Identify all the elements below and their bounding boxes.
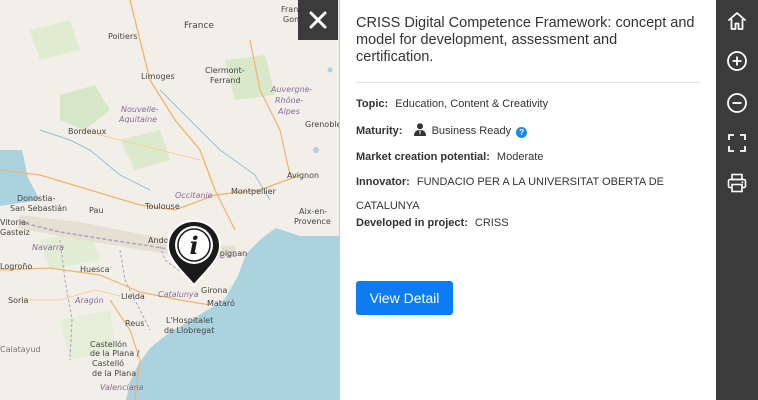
place-label: Occitanie bbox=[175, 191, 213, 200]
view-detail-button[interactable]: View Detail bbox=[356, 281, 453, 315]
close-button[interactable] bbox=[298, 0, 338, 40]
place-label: France bbox=[184, 21, 214, 31]
place-label: Limoges bbox=[141, 72, 175, 81]
market-row: Market creation potential: Moderate bbox=[356, 150, 700, 164]
zoom-in-button[interactable] bbox=[716, 44, 758, 78]
panel-title: CRISS Digital Competence Framework: conc… bbox=[356, 15, 695, 65]
fullscreen-icon bbox=[728, 134, 746, 152]
place-label: Clermont- bbox=[205, 66, 245, 75]
business-person-icon bbox=[413, 123, 426, 136]
place-label: Lleida bbox=[121, 292, 145, 301]
maturity-label: Maturity: bbox=[356, 125, 403, 137]
place-label: Auvergne- bbox=[271, 85, 313, 94]
place-label: Girona bbox=[201, 286, 228, 295]
place-label: Poitiers bbox=[108, 32, 138, 41]
place-label: Reus bbox=[125, 319, 145, 328]
lake bbox=[313, 147, 319, 153]
panel-divider bbox=[356, 82, 700, 83]
zoom-in-icon bbox=[727, 51, 747, 71]
place-label: de la Plana bbox=[92, 369, 137, 378]
place-label: Grenoble bbox=[305, 120, 342, 129]
place-label: San Sebastián bbox=[10, 204, 68, 213]
place-label: Bordeaux bbox=[68, 127, 107, 136]
info-marker[interactable]: i bbox=[166, 219, 222, 287]
place-label: Logroño bbox=[0, 262, 33, 271]
lake bbox=[327, 67, 333, 73]
maturity-value: Business Ready bbox=[431, 125, 512, 137]
place-label: Valenciana bbox=[100, 383, 144, 392]
place-label: Mataró bbox=[207, 299, 235, 308]
place-label: Alpes bbox=[278, 107, 300, 116]
place-label: Castelló bbox=[92, 359, 125, 368]
home-icon bbox=[728, 12, 746, 30]
project-label: Developed in project: bbox=[356, 217, 468, 229]
place-label: Provence bbox=[294, 217, 331, 226]
topic-value: Education, Content & Creativity bbox=[395, 98, 549, 110]
place-label: Montpellier bbox=[231, 187, 276, 196]
place-label: Vitoria- bbox=[0, 218, 29, 227]
place-label: Aragón bbox=[75, 296, 104, 305]
place-label: Nouvelle- bbox=[121, 105, 159, 114]
market-label: Market creation potential: bbox=[356, 151, 490, 163]
print-button[interactable] bbox=[716, 166, 758, 200]
project-row: Developed in project: CRISS bbox=[356, 216, 700, 230]
place-label: Ferrand bbox=[210, 76, 241, 85]
place-label: Calatayud bbox=[0, 345, 41, 354]
place-label: Donostia- bbox=[17, 194, 56, 203]
place-label: Castellón bbox=[90, 340, 128, 349]
print-icon bbox=[727, 173, 747, 193]
innovator-label: Innovator: bbox=[356, 176, 410, 188]
zoom-out-icon bbox=[727, 93, 747, 113]
topic-label: Topic: bbox=[356, 98, 389, 110]
zoom-out-button[interactable] bbox=[716, 86, 758, 120]
place-label: de la Plana / bbox=[90, 349, 140, 358]
place-label: Rhône- bbox=[275, 96, 304, 105]
market-value: Moderate bbox=[496, 151, 544, 163]
place-label: L'Hospitalet bbox=[166, 316, 214, 325]
place-label: Catalunya bbox=[158, 290, 199, 299]
fullscreen-button[interactable] bbox=[716, 126, 758, 160]
home-button[interactable] bbox=[716, 4, 758, 38]
close-icon bbox=[309, 11, 327, 29]
place-label: Avignon bbox=[287, 171, 320, 180]
place-label: de Llobregat bbox=[164, 326, 215, 335]
map-toolbar bbox=[716, 0, 758, 400]
place-label: Huesca bbox=[80, 265, 110, 274]
innovator-row: Innovator: FUNDACIO PER A LA UNIVERSITAT… bbox=[356, 170, 700, 218]
place-label: Aquitaine bbox=[119, 115, 158, 124]
place-label: Soria bbox=[8, 296, 29, 305]
place-label: Pau bbox=[89, 206, 104, 215]
project-value: CRISS bbox=[474, 217, 509, 229]
place-label: Aix-en- bbox=[299, 207, 328, 216]
svg-text:i: i bbox=[189, 231, 198, 260]
info-panel: CRISS Digital Competence Framework: conc… bbox=[339, 0, 716, 400]
maturity-row: Maturity: Business Ready ? bbox=[356, 123, 700, 138]
place-label: Toulouse bbox=[145, 202, 180, 211]
place-label: Gasteiz bbox=[0, 228, 30, 237]
place-label: Navarra bbox=[32, 243, 65, 252]
help-icon[interactable]: ? bbox=[516, 127, 528, 138]
topic-row: Topic: Education, Content & Creativity bbox=[356, 97, 700, 111]
